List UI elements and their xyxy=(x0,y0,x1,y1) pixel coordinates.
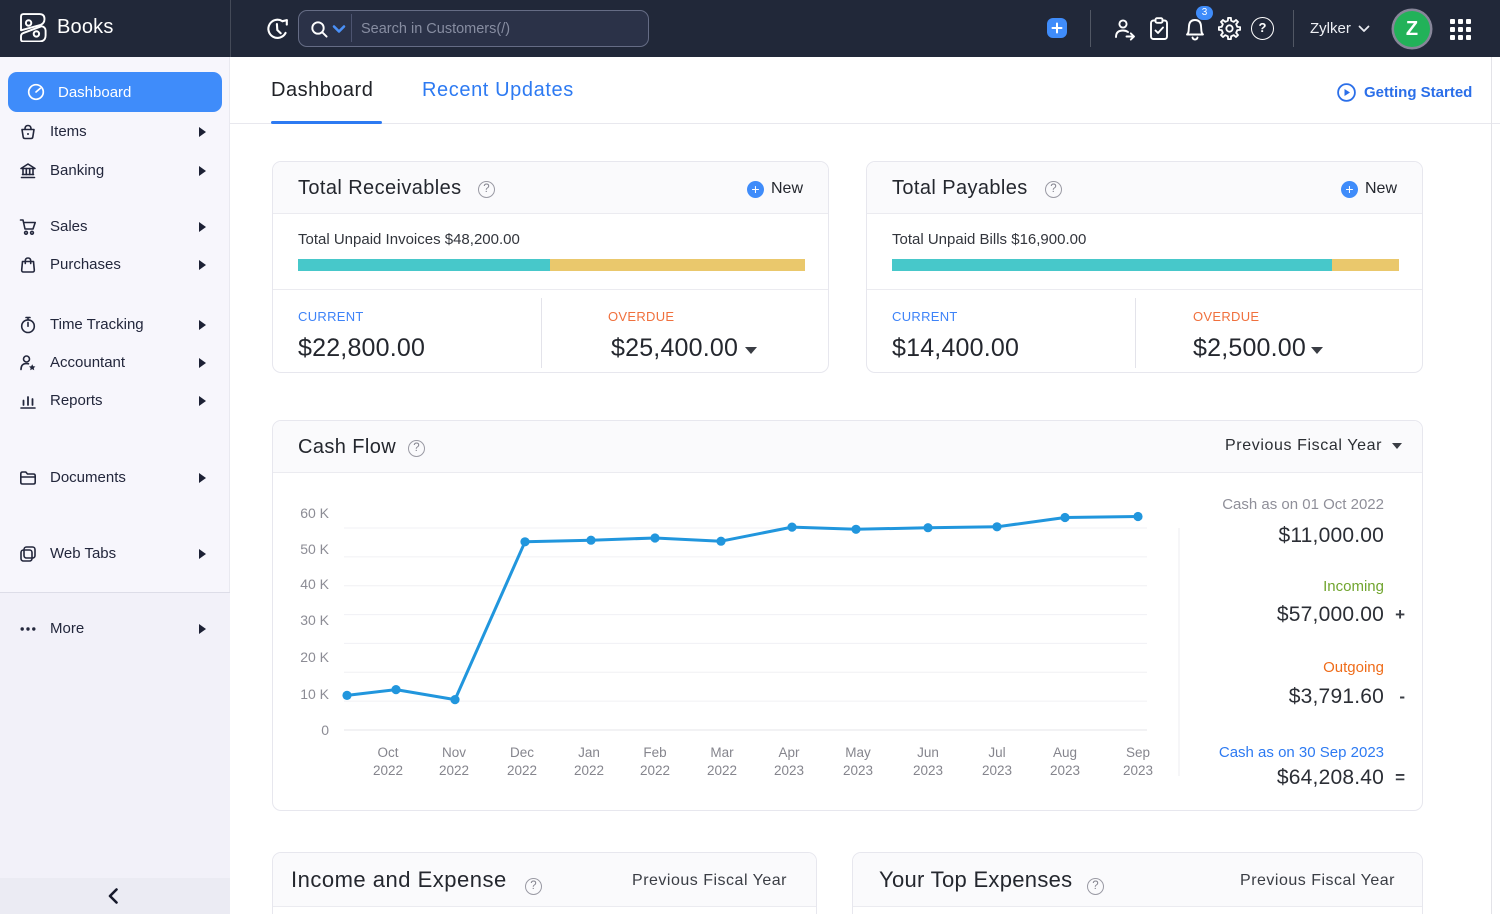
svg-text:2022: 2022 xyxy=(507,763,537,778)
svg-text:Aug: Aug xyxy=(1053,745,1077,760)
svg-text:10 K: 10 K xyxy=(300,686,329,702)
svg-text:60 K: 60 K xyxy=(300,505,329,521)
svg-text:2022: 2022 xyxy=(640,763,670,778)
svg-text:2023: 2023 xyxy=(982,763,1012,778)
svg-text:Jul: Jul xyxy=(988,745,1005,760)
svg-text:2022: 2022 xyxy=(574,763,604,778)
svg-text:0: 0 xyxy=(321,722,329,738)
svg-text:2023: 2023 xyxy=(843,763,873,778)
svg-text:Sep: Sep xyxy=(1126,745,1150,760)
svg-text:2023: 2023 xyxy=(913,763,943,778)
svg-text:20 K: 20 K xyxy=(300,649,329,665)
svg-text:May: May xyxy=(845,745,871,760)
svg-text:30 K: 30 K xyxy=(300,612,329,628)
svg-text:2023: 2023 xyxy=(1050,763,1080,778)
svg-text:2023: 2023 xyxy=(774,763,804,778)
svg-text:Jun: Jun xyxy=(917,745,939,760)
svg-text:Nov: Nov xyxy=(442,745,466,760)
svg-text:2022: 2022 xyxy=(439,763,469,778)
svg-text:Oct: Oct xyxy=(377,745,398,760)
svg-text:Mar: Mar xyxy=(710,745,734,760)
svg-text:50 K: 50 K xyxy=(300,541,329,557)
svg-text:Apr: Apr xyxy=(778,745,800,760)
svg-text:Feb: Feb xyxy=(643,745,666,760)
svg-text:2023: 2023 xyxy=(1123,763,1153,778)
svg-text:2022: 2022 xyxy=(373,763,403,778)
svg-text:40 K: 40 K xyxy=(300,576,329,592)
svg-text:Jan: Jan xyxy=(578,745,600,760)
svg-text:Dec: Dec xyxy=(510,745,534,760)
svg-text:2022: 2022 xyxy=(707,763,737,778)
